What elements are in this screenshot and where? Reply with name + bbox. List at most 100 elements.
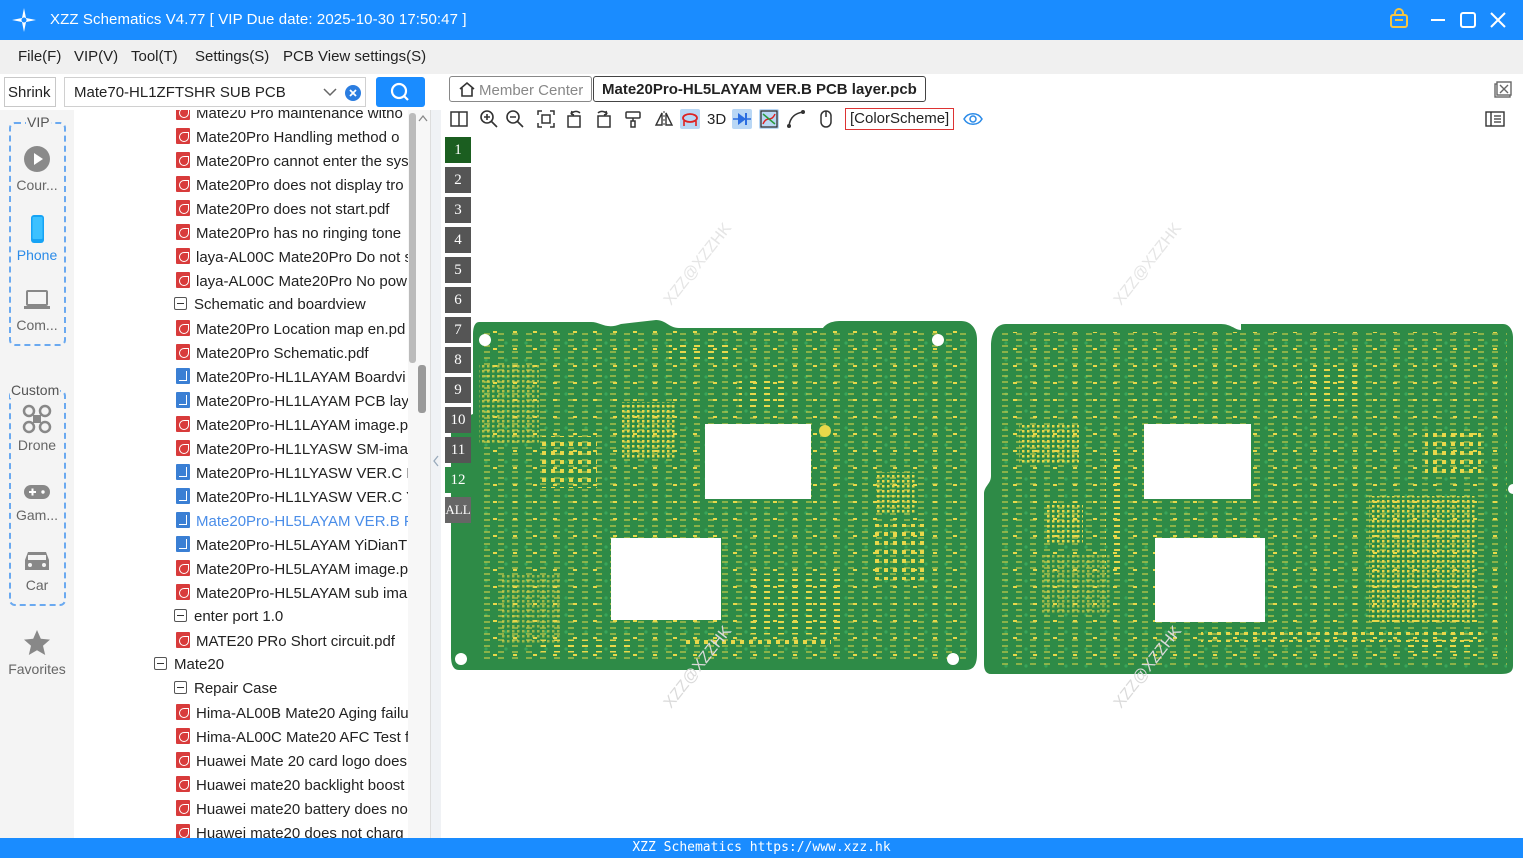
layer-button-7[interactable]: 7: [445, 317, 471, 343]
tree-file[interactable]: Mate20Pro-HL5LAYAM sub ima: [176, 584, 408, 608]
tree-scrollbar[interactable]: [408, 110, 430, 838]
rail-item-phone[interactable]: Phone: [0, 214, 74, 263]
draw-line-icon[interactable]: [786, 109, 806, 129]
tree-file[interactable]: Mate20Pro Schematic.pdf: [176, 344, 408, 368]
layer-button-5[interactable]: 5: [445, 257, 471, 283]
rail-item-courses[interactable]: Cour...: [0, 144, 74, 193]
tree-file[interactable]: MATE20 PRo Short circuit.pdf: [176, 632, 408, 656]
minimize-icon[interactable]: [1425, 7, 1451, 33]
layer-button-4[interactable]: 4: [445, 227, 471, 253]
close-tab-icon[interactable]: [1493, 80, 1513, 100]
layer-button-2[interactable]: 2: [445, 167, 471, 193]
tree-file[interactable]: Mate20Pro cannot enter the sys: [176, 152, 408, 176]
layer-button-12[interactable]: 12: [445, 467, 471, 493]
menu-vip[interactable]: VIP(V): [74, 48, 118, 65]
layer-button-6[interactable]: 6: [445, 287, 471, 313]
tree-folder[interactable]: enter port 1.0: [174, 608, 408, 632]
tree-file[interactable]: Mate20Pro does not start.pdf: [176, 200, 408, 224]
layer-button-10[interactable]: 10: [445, 407, 471, 433]
mouse-icon[interactable]: [816, 109, 836, 129]
collapse-arrow-icon[interactable]: [432, 454, 440, 468]
shrink-button[interactable]: Shrink: [4, 77, 56, 107]
rail-item-computer[interactable]: Com...: [0, 286, 74, 333]
layer-button-8[interactable]: 8: [445, 347, 471, 373]
tree-folder[interactable]: Repair Case: [174, 680, 408, 704]
rotate-right-icon[interactable]: [593, 109, 613, 129]
maximize-icon[interactable]: [1455, 7, 1481, 33]
tree-file[interactable]: Mate20Pro-HL5LAYAM VER.B P: [176, 512, 408, 536]
tree-folder[interactable]: Mate20: [154, 656, 408, 680]
layer-button-9[interactable]: 9: [445, 377, 471, 403]
tree-file[interactable]: Mate20Pro-HL1LAYAM Boardvi: [176, 368, 408, 392]
collapse-icon[interactable]: [174, 609, 187, 622]
net-trace-icon[interactable]: [759, 109, 779, 129]
layer-button-3[interactable]: 3: [445, 197, 471, 223]
tree-file[interactable]: Mate20Pro-HL5LAYAM YiDianT: [176, 536, 408, 560]
panel-splitter[interactable]: [430, 110, 441, 838]
brush-icon[interactable]: [623, 109, 643, 129]
zoom-out-icon[interactable]: [505, 109, 525, 129]
chevron-down-icon[interactable]: [323, 85, 337, 99]
collapse-icon[interactable]: [174, 297, 187, 310]
tree-file[interactable]: laya-AL00C Mate20Pro Do not s: [176, 248, 408, 272]
fit-view-icon[interactable]: [536, 109, 556, 129]
diode-mode-icon[interactable]: [732, 109, 752, 129]
tree-file[interactable]: Mate20Pro Handling method o: [176, 128, 408, 152]
scroll-up-icon[interactable]: [418, 114, 428, 122]
rail-item-games[interactable]: Gam...: [0, 480, 74, 523]
tree-file[interactable]: Huawei mate20 does not charg: [176, 824, 408, 838]
tree-file[interactable]: Huawei mate20 battery does no: [176, 800, 408, 824]
tree-file[interactable]: Mate20Pro-HL5LAYAM image.p: [176, 560, 408, 584]
3d-view-button[interactable]: 3D: [707, 111, 726, 128]
search-button[interactable]: [376, 77, 425, 107]
tree-file[interactable]: Mate20 Pro maintenance witho: [176, 110, 408, 128]
side-panel-icon[interactable]: [1485, 109, 1505, 129]
layer-button-all[interactable]: ALL: [445, 497, 471, 523]
layer-button-1[interactable]: 1: [445, 137, 471, 163]
menu-tool[interactable]: Tool(T): [131, 48, 178, 65]
tree-file[interactable]: Huawei mate20 backlight boost: [176, 776, 408, 800]
scrollbar-thumb[interactable]: [409, 113, 416, 363]
layer-button-11[interactable]: 11: [445, 437, 471, 463]
close-icon[interactable]: [1485, 7, 1511, 33]
rail-item-favorites[interactable]: Favorites: [0, 628, 74, 677]
split-view-icon[interactable]: [449, 109, 469, 129]
model-select[interactable]: Mate70-HL1ZFTSHR SUB PCB: [64, 77, 366, 107]
tree-file[interactable]: Mate20Pro-HL1LYASW SM-ima: [176, 440, 408, 464]
rail-item-drone[interactable]: Drone: [0, 404, 74, 453]
menu-pcb-view-settings[interactable]: PCB View settings(S): [283, 48, 426, 65]
color-scheme-button[interactable]: [ColorScheme]: [845, 108, 955, 130]
tree-file[interactable]: Mate20Pro-HL1LYASW VER.C Yi: [176, 488, 408, 512]
tree-folder[interactable]: Schematic and boardview: [174, 296, 408, 320]
menu-settings[interactable]: Settings(S): [195, 48, 269, 65]
tree-file[interactable]: Mate20Pro-HL1LAYAM image.p: [176, 416, 408, 440]
menu-file[interactable]: File(F): [18, 48, 61, 65]
vip-bag-icon[interactable]: [1386, 7, 1412, 33]
tab-member-center[interactable]: Member Center: [449, 76, 593, 102]
tree-file[interactable]: Hima-AL00B Mate20 Aging failu: [176, 704, 408, 728]
tab-active-pcb[interactable]: Mate20Pro-HL5LAYAM VER.B PCB layer.pcb: [593, 76, 926, 102]
pdf-file-icon: [176, 248, 190, 264]
zoom-in-icon[interactable]: [479, 109, 499, 129]
tree-file[interactable]: Mate20Pro-HL1LAYAM PCB laye: [176, 392, 408, 416]
tree-file[interactable]: Huawei Mate 20 card logo does: [176, 752, 408, 776]
rail-item-car[interactable]: Car: [0, 546, 74, 593]
tree-file[interactable]: laya-AL00C Mate20Pro No pow: [176, 272, 408, 296]
pcb-board-view[interactable]: XZZ@XZZHK XZZ@XZZHK XZZ@XZZHK XZZ@XZZHK: [441, 134, 1523, 838]
collapse-icon[interactable]: [174, 681, 187, 694]
scrollbar-thumb-secondary[interactable]: [418, 365, 426, 413]
rotate-left-icon[interactable]: [565, 109, 585, 129]
boardview-file-icon: [176, 488, 190, 504]
tree-file[interactable]: Hima-AL00C Mate20 AFC Test fa: [176, 728, 408, 752]
mirror-icon[interactable]: [654, 109, 674, 129]
tree-file[interactable]: Mate20Pro has no ringing tone: [176, 224, 408, 248]
tree-item-label: Repair Case: [194, 680, 278, 697]
eye-icon[interactable]: [963, 109, 983, 129]
pcb-canvas[interactable]: XZZ@XZZHK XZZ@XZZHK XZZ@XZZHK XZZ@XZZHK: [441, 134, 1523, 838]
collapse-icon[interactable]: [154, 657, 167, 670]
tree-file[interactable]: Mate20Pro does not display tro: [176, 176, 408, 200]
clear-icon[interactable]: [345, 85, 361, 101]
tree-file[interactable]: Mate20Pro Location map en.pd: [176, 320, 408, 344]
highlight-net-icon[interactable]: [680, 109, 700, 129]
tree-file[interactable]: Mate20Pro-HL1LYASW VER.C P(: [176, 464, 408, 488]
